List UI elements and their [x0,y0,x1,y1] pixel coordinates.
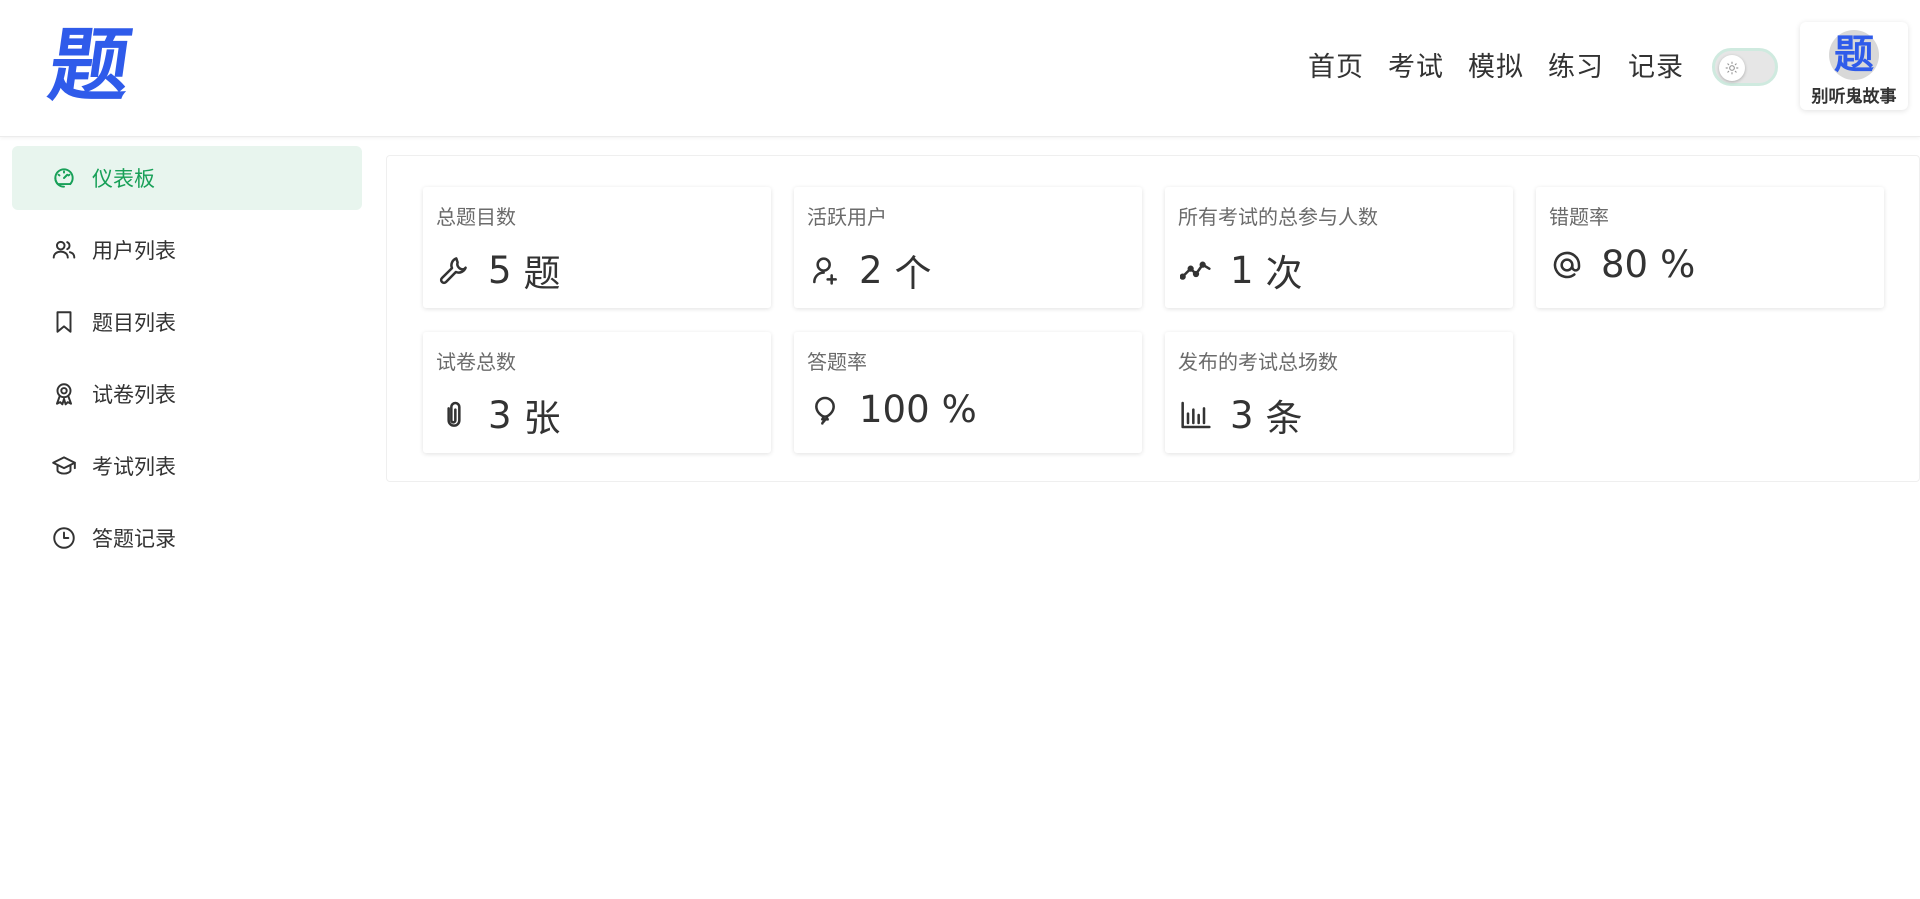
top-nav: 首页 考试 模拟 练习 记录 [1308,44,1684,92]
sidebar-item-label: 仪表板 [92,167,155,191]
sidebar-item-users[interactable]: 用户列表 [12,218,362,282]
sidebar-item-papers[interactable]: 试卷列表 [12,362,362,426]
paperclip-icon [436,397,472,433]
nav-home[interactable]: 首页 [1308,44,1364,92]
stat-title: 试卷总数 [436,350,516,374]
clock-icon [50,524,78,552]
user-menu[interactable]: 题 别听鬼故事 [1800,22,1908,110]
nav-records[interactable]: 记录 [1628,44,1684,92]
stat-title: 活跃用户 [807,205,887,229]
balloon-icon [807,392,843,428]
sidebar-item-records[interactable]: 答题记录 [12,506,362,570]
stat-title: 错题率 [1549,205,1609,229]
dashboard-icon [50,164,78,192]
stat-value: 100 [859,388,930,431]
avatar: 题 [1829,30,1879,80]
stats-panel: 总题目数 5 题 活跃用户 2 个 所有考试的总参与人数 1 次 错题率 80 … [386,155,1920,482]
nav-mock[interactable]: 模拟 [1468,44,1524,92]
stat-unit: 题 [523,252,561,295]
stat-title: 答题率 [807,350,867,374]
sidebar: 仪表板 用户列表 题目列表 试卷列表 考试列表 答题记录 [12,146,362,578]
stat-card-total-participants: 所有考试的总参与人数 1 次 [1165,187,1513,308]
stat-card-error-rate: 错题率 80 % [1536,187,1884,308]
stat-card-total-questions: 总题目数 5 题 [423,187,771,308]
sidebar-item-label: 答题记录 [92,527,176,551]
sidebar-item-label: 题目列表 [92,311,176,335]
stat-unit: 张 [523,397,561,440]
stat-unit: % [941,388,977,431]
stat-value: 5 [488,248,512,292]
sidebar-item-label: 考试列表 [92,455,176,479]
nav-practice[interactable]: 练习 [1548,44,1604,92]
stat-value: 1 [1230,248,1254,292]
user-plus-icon [807,252,843,288]
stat-value: 80 [1601,243,1649,286]
stat-card-published-exams: 发布的考试总场数 3 条 [1165,332,1513,453]
sidebar-item-exams[interactable]: 考试列表 [12,434,362,498]
stat-title: 总题目数 [436,205,516,229]
sidebar-item-dashboard[interactable]: 仪表板 [12,146,362,210]
stat-unit: 次 [1265,252,1303,295]
bookmark-icon [50,308,78,336]
stat-title: 所有考试的总参与人数 [1178,205,1378,229]
sidebar-item-label: 试卷列表 [92,383,176,407]
stat-value: 3 [488,393,512,437]
stat-unit: 个 [894,252,932,295]
stat-value: 3 [1230,393,1254,437]
stat-unit: % [1660,243,1696,286]
award-icon [50,380,78,408]
stat-card-total-papers: 试卷总数 3 张 [423,332,771,453]
stat-card-answer-rate: 答题率 100 % [794,332,1142,453]
stat-title: 发布的考试总场数 [1178,350,1338,374]
user-name: 别听鬼故事 [1811,87,1897,107]
sidebar-item-questions[interactable]: 题目列表 [12,290,362,354]
stat-card-active-users: 活跃用户 2 个 [794,187,1142,308]
logo[interactable]: 题 [42,19,138,112]
bar-chart-icon [1178,397,1214,433]
wrench-icon [436,252,472,288]
stat-value: 2 [859,248,883,292]
top-header: 题 首页 考试 模拟 练习 记录 题 别听鬼故事 [0,0,1920,137]
sidebar-item-label: 用户列表 [92,239,176,263]
theme-toggle[interactable] [1712,48,1778,86]
stat-unit: 条 [1265,397,1303,440]
graduation-cap-icon [50,452,78,480]
sun-icon [1719,55,1745,81]
at-sign-icon [1549,247,1585,283]
trend-line-icon [1178,252,1214,288]
nav-exam[interactable]: 考试 [1388,44,1444,92]
users-icon [50,236,78,264]
